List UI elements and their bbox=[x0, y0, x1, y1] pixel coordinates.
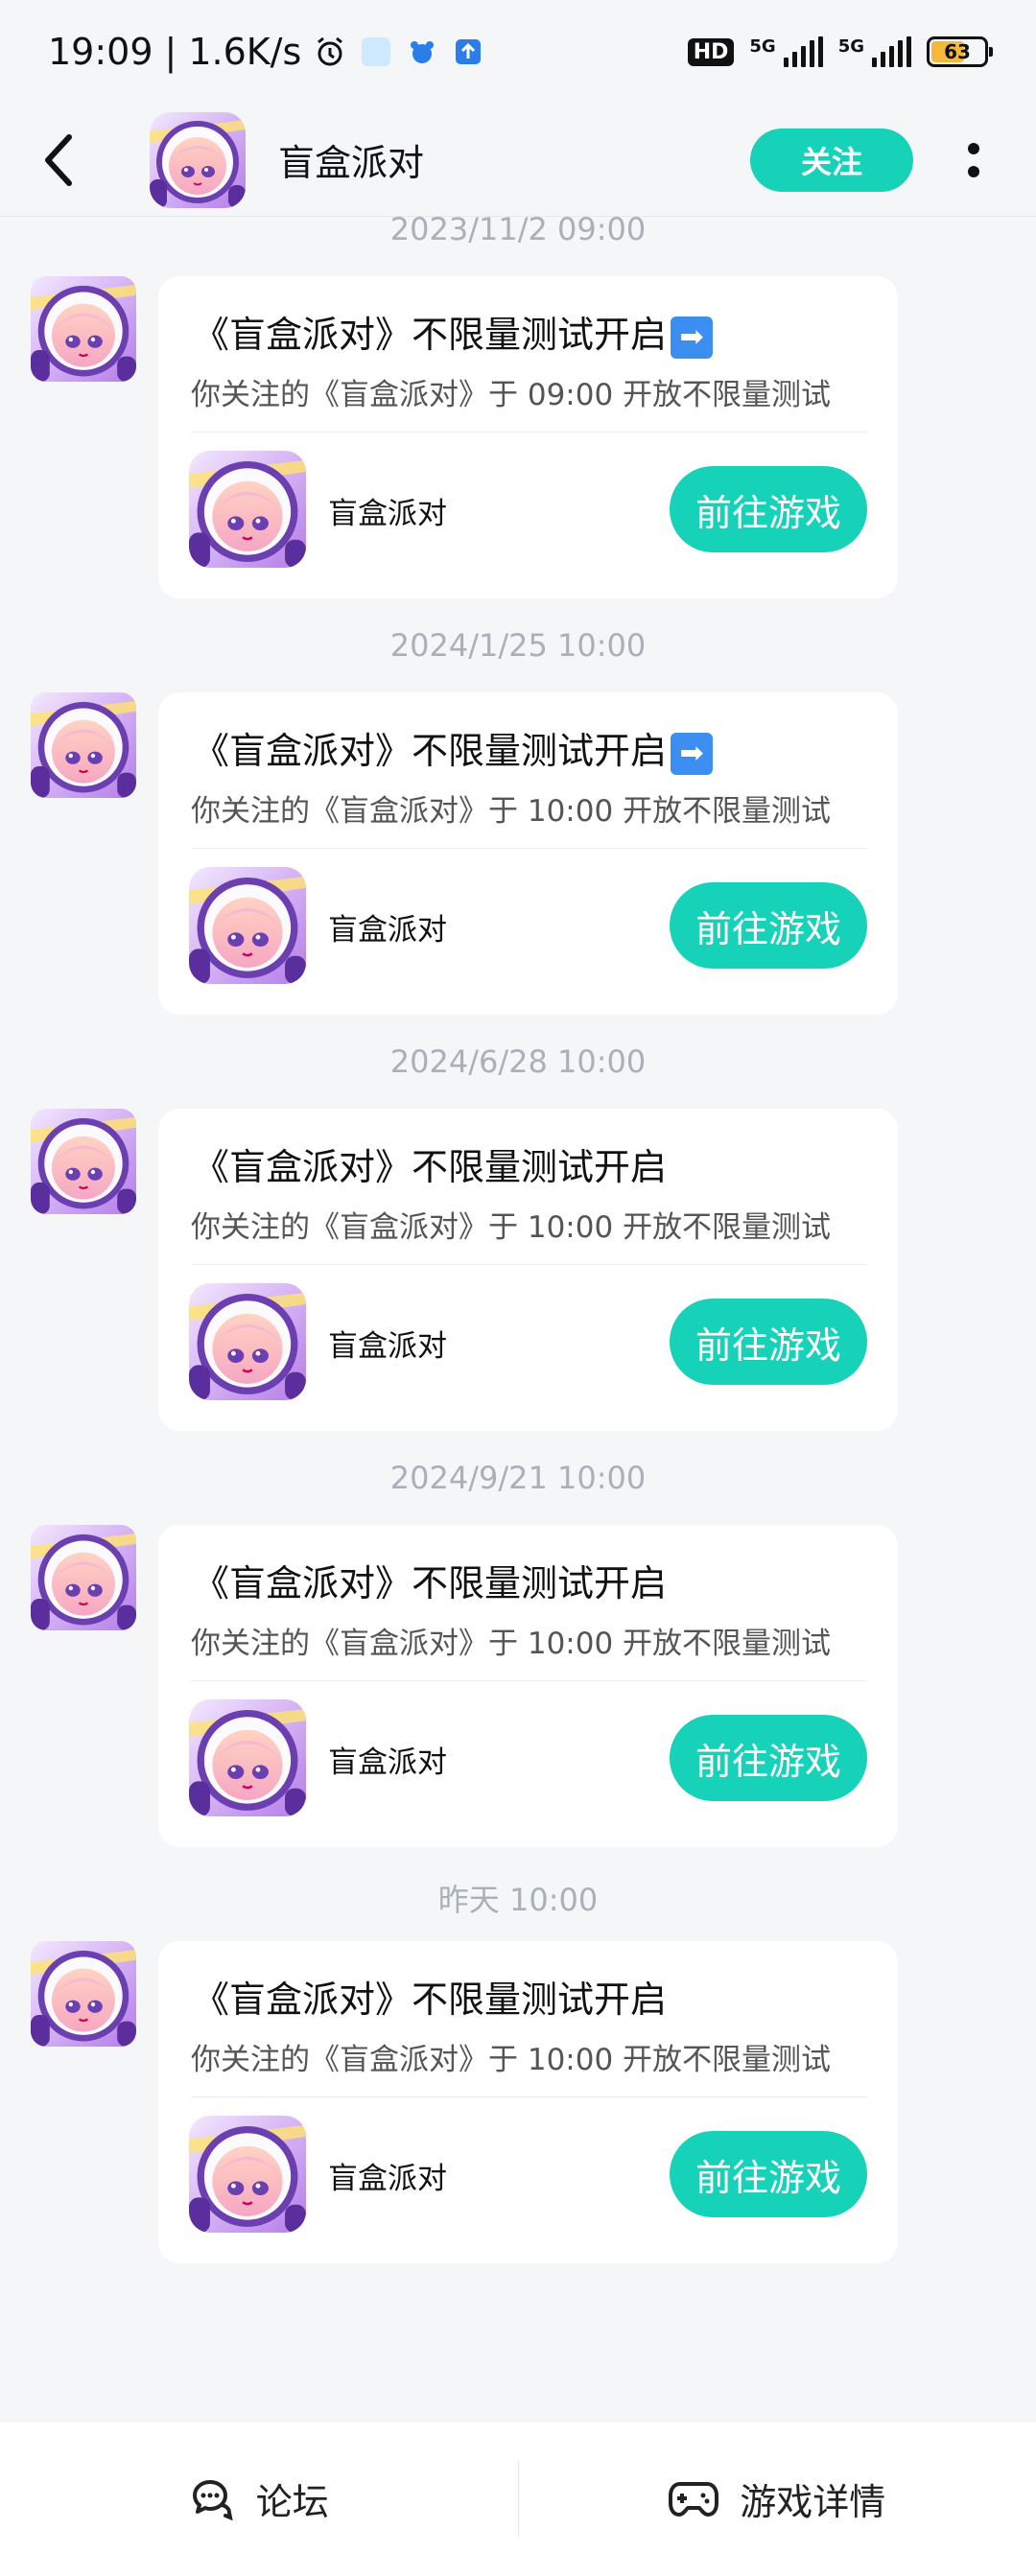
alarm-icon bbox=[313, 35, 347, 69]
notification-card[interactable]: 《盲盒派对》不限量测试开启你关注的《盲盒派对》于 10:00 开放不限量测试盲盒… bbox=[158, 1941, 898, 2263]
message-timestamp: 2023/11/2 09:00 bbox=[389, 211, 647, 247]
game-icon[interactable] bbox=[189, 1699, 306, 1816]
status-left: 19:09 | 1.6K/s bbox=[48, 31, 485, 73]
go-to-game-button[interactable]: 前往游戏 bbox=[670, 1715, 867, 1801]
more-button[interactable] bbox=[950, 127, 998, 194]
hd-badge: HD bbox=[687, 37, 735, 66]
card-subtitle: 你关注的《盲盒派对》于 10:00 开放不限量测试 bbox=[191, 1627, 832, 1661]
game-name: 盲盒派对 bbox=[328, 913, 447, 948]
go-to-game-button[interactable]: 前往游戏 bbox=[670, 882, 867, 969]
battery-icon: 63 bbox=[927, 36, 993, 67]
card-divider bbox=[191, 1680, 867, 1681]
notification-card[interactable]: 《盲盒派对》不限量测试开启 ➡ 你关注的《盲盒派对》于 09:00 开放不限量测试盲… bbox=[158, 276, 898, 598]
game-name: 盲盒派对 bbox=[328, 1745, 447, 1780]
sender-avatar[interactable] bbox=[31, 1941, 136, 2047]
card-subtitle: 你关注的《盲盒派对》于 09:00 开放不限量测试 bbox=[191, 378, 832, 412]
card-divider bbox=[191, 432, 867, 433]
game-icon[interactable] bbox=[189, 1283, 306, 1400]
forum-tab[interactable]: 论坛 bbox=[0, 2422, 518, 2576]
signal-icon-1 bbox=[783, 36, 823, 67]
card-title: 《盲盒派对》不限量测试开启 bbox=[193, 1554, 667, 1606]
go-to-game-button[interactable]: 前往游戏 bbox=[670, 1299, 867, 1385]
card-divider bbox=[191, 2096, 867, 2097]
message-item: 昨天 10:00 《盲盒派对》不限量测试开启你关注的《盲盒派对》于 10:00 开… bbox=[0, 1882, 1036, 2298]
upload-notification-icon bbox=[451, 35, 485, 69]
right-arrow-icon: ➡ bbox=[671, 316, 714, 359]
sender-avatar[interactable] bbox=[31, 1109, 136, 1214]
card-title-text: 《盲盒派对》不限量测试开启 bbox=[193, 730, 668, 772]
message-item: 2023/11/2 09:00 《盲盒派对》不限量测试开启 ➡ 你关注的《盲盒派对》于… bbox=[0, 211, 1036, 633]
message-item: 2024/9/21 10:00 《盲盒派对》不限量测试开启你关注的《盲盒派对》于 … bbox=[0, 1460, 1036, 1882]
header-title: 盲盒派对 bbox=[278, 142, 425, 184]
message-timestamp: 2024/1/25 10:00 bbox=[389, 627, 647, 664]
bottom-bar: 论坛 游戏详情 bbox=[0, 2421, 1036, 2576]
game-name: 盲盒派对 bbox=[328, 497, 447, 531]
forum-label: 论坛 bbox=[255, 2481, 329, 2523]
status-divider: | bbox=[164, 31, 177, 73]
message-timestamp: 2024/6/28 10:00 bbox=[389, 1043, 647, 1080]
sender-avatar[interactable] bbox=[31, 1525, 136, 1630]
notification-bear-icon bbox=[405, 35, 439, 69]
network-speed: 1.6K/s bbox=[188, 31, 302, 73]
signal-icon-2 bbox=[872, 36, 911, 67]
game-details-tab[interactable]: 游戏详情 bbox=[519, 2422, 1036, 2576]
card-divider bbox=[191, 848, 867, 849]
card-title: 《盲盒派对》不限量测试开启 bbox=[193, 1137, 667, 1190]
sender-avatar[interactable] bbox=[31, 276, 136, 382]
message-item: 2024/6/28 10:00 《盲盒派对》不限量测试开启你关注的《盲盒派对》于 … bbox=[0, 1043, 1036, 1465]
chat-bubble-icon bbox=[192, 2479, 233, 2520]
network-type-1: 5G bbox=[749, 36, 776, 57]
gamepad-icon bbox=[669, 2481, 719, 2517]
sender-avatar[interactable] bbox=[31, 692, 136, 798]
status-right: HD 5G 5G 63 bbox=[687, 36, 993, 67]
game-details-label: 游戏详情 bbox=[740, 2481, 886, 2523]
header-avatar[interactable] bbox=[150, 111, 246, 208]
battery-level: 63 bbox=[944, 40, 971, 63]
card-title: 《盲盒派对》不限量测试开启 ➡ bbox=[193, 305, 714, 359]
card-subtitle: 你关注的《盲盒派对》于 10:00 开放不限量测试 bbox=[191, 1210, 832, 1245]
go-to-game-button[interactable]: 前往游戏 bbox=[670, 466, 867, 552]
message-timestamp: 昨天 10:00 bbox=[437, 1882, 599, 1918]
card-title: 《盲盒派对》不限量测试开启 bbox=[193, 1970, 667, 2023]
page: 19:09 | 1.6K/s HD 5G 5G 63 盲盒派对 关注 2023/… bbox=[0, 0, 1036, 2576]
card-title-text: 《盲盒派对》不限量测试开启 bbox=[193, 1146, 668, 1188]
card-subtitle: 你关注的《盲盒派对》于 10:00 开放不限量测试 bbox=[191, 794, 832, 829]
card-subtitle: 你关注的《盲盒派对》于 10:00 开放不限量测试 bbox=[191, 2043, 832, 2077]
status-time: 19:09 bbox=[48, 31, 153, 73]
notification-app-icon bbox=[359, 35, 393, 69]
card-title-text: 《盲盒派对》不限量测试开启 bbox=[193, 1979, 668, 2021]
card-title-text: 《盲盒派对》不限量测试开启 bbox=[193, 1562, 668, 1604]
notification-card[interactable]: 《盲盒派对》不限量测试开启你关注的《盲盒派对》于 10:00 开放不限量测试盲盒… bbox=[158, 1525, 898, 1847]
notification-card[interactable]: 《盲盒派对》不限量测试开启你关注的《盲盒派对》于 10:00 开放不限量测试盲盒… bbox=[158, 1109, 898, 1431]
status-bar: 19:09 | 1.6K/s HD 5G 5G 63 bbox=[0, 0, 1036, 104]
go-to-game-button[interactable]: 前往游戏 bbox=[670, 2131, 867, 2217]
card-title: 《盲盒派对》不限量测试开启 ➡ bbox=[193, 721, 714, 775]
game-name: 盲盒派对 bbox=[328, 1329, 447, 1364]
game-icon[interactable] bbox=[189, 451, 306, 568]
header: 盲盒派对 关注 bbox=[0, 104, 1036, 217]
message-timestamp: 2024/9/21 10:00 bbox=[389, 1460, 647, 1496]
network-type-2: 5G bbox=[837, 36, 864, 57]
card-divider bbox=[191, 1264, 867, 1265]
card-title-text: 《盲盒派对》不限量测试开启 bbox=[193, 314, 668, 356]
back-button[interactable] bbox=[38, 122, 115, 199]
chevron-left-icon bbox=[45, 133, 72, 186]
game-icon[interactable] bbox=[189, 2116, 306, 2233]
game-name: 盲盒派对 bbox=[328, 2162, 447, 2196]
message-item: 2024/1/25 10:00 《盲盒派对》不限量测试开启 ➡ 你关注的《盲盒派对》于… bbox=[0, 627, 1036, 1049]
follow-button[interactable]: 关注 bbox=[750, 128, 913, 192]
right-arrow-icon: ➡ bbox=[671, 732, 714, 775]
notification-card[interactable]: 《盲盒派对》不限量测试开启 ➡ 你关注的《盲盒派对》于 10:00 开放不限量测试盲… bbox=[158, 692, 898, 1015]
vertical-dots-icon bbox=[968, 142, 979, 177]
game-icon[interactable] bbox=[189, 867, 306, 984]
